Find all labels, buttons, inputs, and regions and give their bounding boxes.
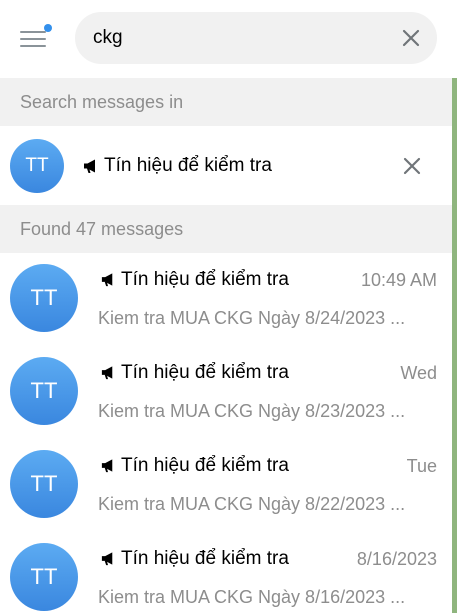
result-chat-name: Tín hiệu để kiểm tra — [100, 362, 289, 384]
unread-indicator-dot — [44, 24, 52, 32]
avatar: TT — [10, 264, 78, 332]
search-in-section-header: Search messages in — [0, 78, 452, 126]
search-result-item[interactable]: TT Tín hiệu để kiểm tra Wed Kiem tra MUA… — [0, 346, 452, 439]
search-field[interactable] — [75, 12, 437, 64]
megaphone-icon — [101, 552, 113, 566]
results-section-header: Found 47 messages — [0, 205, 452, 253]
telegram-search-panel: Search messages in TT Tín hiệu để kiểm t… — [0, 0, 457, 613]
megaphone-icon — [101, 459, 113, 473]
section-title: Search messages in — [20, 92, 184, 112]
menu-icon-bar — [20, 38, 46, 40]
avatar: TT — [10, 543, 78, 611]
avatar-initials: TT — [30, 378, 58, 403]
close-icon — [402, 29, 420, 47]
search-result-item[interactable]: TT Tín hiệu để kiểm tra 10:49 AM Kiem tr… — [0, 253, 452, 346]
menu-icon-bar — [20, 45, 46, 47]
result-chat-name: Tín hiệu để kiểm tra — [100, 269, 289, 291]
avatar-initials: TT — [30, 564, 58, 589]
remove-scope-button[interactable] — [400, 154, 424, 178]
avatar-initials: TT — [30, 285, 58, 310]
avatar-initials: TT — [30, 471, 58, 496]
search-result-item[interactable]: TT Tín hiệu để kiểm tra Tue Kiem tra MUA… — [0, 439, 452, 532]
result-chat-name: Tín hiệu để kiểm tra — [100, 455, 289, 477]
close-icon — [403, 157, 421, 175]
megaphone-icon — [101, 366, 113, 380]
search-header — [0, 0, 457, 78]
avatar: TT — [10, 450, 78, 518]
result-timestamp: Wed — [400, 363, 437, 383]
result-chat-name: Tín hiệu để kiểm tra — [100, 548, 289, 570]
result-title-text: Tín hiệu để kiểm tra — [121, 455, 289, 476]
search-scope-chat[interactable]: TT Tín hiệu để kiểm tra — [0, 126, 452, 205]
avatar-initials: TT — [25, 155, 49, 176]
result-title-text: Tín hiệu để kiểm tra — [121, 362, 289, 383]
clear-search-button[interactable] — [399, 26, 423, 50]
results-count: Found 47 messages — [20, 219, 184, 239]
scope-chat-name: Tín hiệu để kiểm tra — [82, 126, 272, 205]
result-snippet: Kiem tra MUA CKG Ngày 8/24/2023 ... — [98, 308, 406, 328]
result-snippet: Kiem tra MUA CKG Ngày 8/23/2023 ... — [98, 401, 406, 421]
avatar: TT — [10, 139, 64, 193]
avatar: TT — [10, 357, 78, 425]
scope-chat-label: Tín hiệu để kiểm tra — [104, 155, 272, 176]
result-timestamp: 10:49 AM — [360, 270, 437, 290]
result-title-text: Tín hiệu để kiểm tra — [121, 548, 289, 569]
menu-icon — [20, 31, 46, 33]
result-timestamp: Tue — [406, 456, 437, 476]
result-snippet: Kiem tra MUA CKG Ngày 8/22/2023 ... — [98, 494, 406, 514]
search-result-item[interactable]: TT Tín hiệu để kiểm tra 8/16/2023 Kiem t… — [0, 532, 452, 613]
search-input[interactable] — [93, 12, 383, 64]
result-snippet: Kiem tra MUA CKG Ngày 8/16/2023 ... — [98, 587, 406, 607]
chat-background-edge — [452, 78, 457, 613]
megaphone-icon — [101, 273, 113, 287]
result-title-text: Tín hiệu để kiểm tra — [121, 269, 289, 290]
result-timestamp: 8/16/2023 — [356, 549, 437, 569]
main-menu-button[interactable] — [20, 24, 52, 50]
megaphone-icon — [84, 159, 95, 173]
